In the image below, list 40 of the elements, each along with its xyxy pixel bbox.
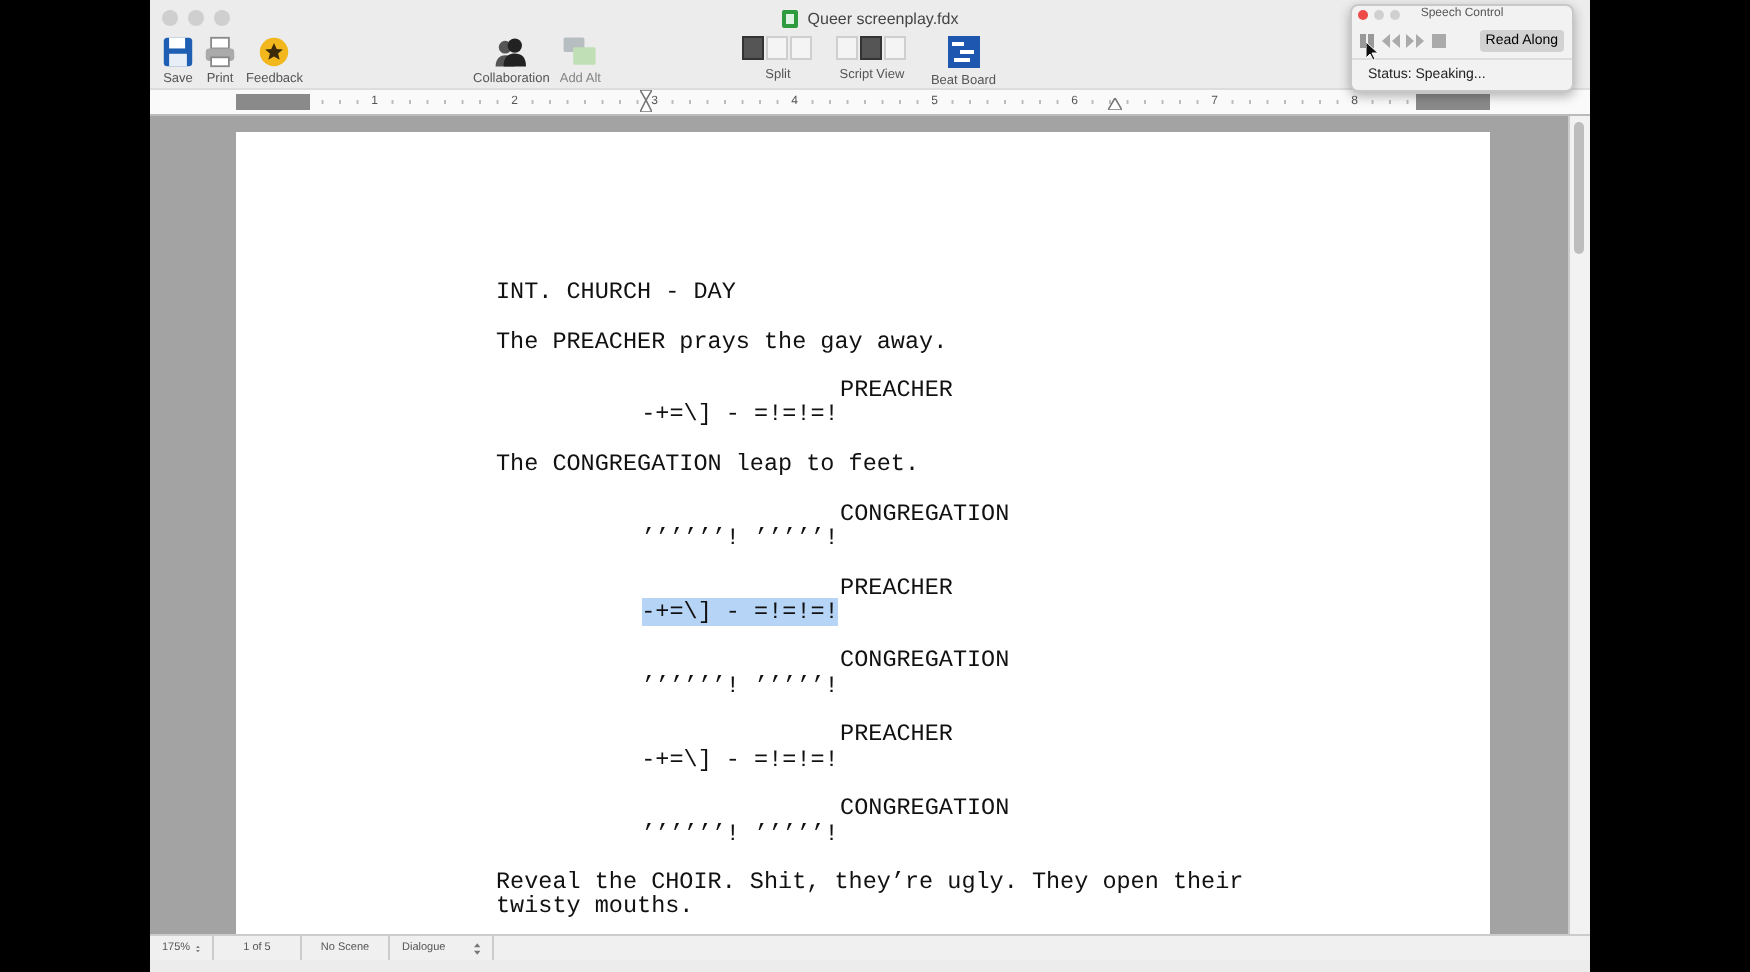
split-segment[interactable] xyxy=(742,36,765,60)
cursor-icon xyxy=(1366,42,1378,60)
character-name: CONGREGATION xyxy=(840,646,1010,675)
character-name: PREACHER xyxy=(840,573,953,602)
dialogue-line: -+=\] - =!=!=! xyxy=(641,745,839,774)
ruler-margin xyxy=(236,94,310,110)
save-icon xyxy=(162,36,194,68)
dialogue-line: -+=\] - =!=!=! xyxy=(641,400,839,429)
stop-button[interactable] xyxy=(1430,33,1448,48)
dialogue-line: ’’’’’’! ’’’’’! xyxy=(641,671,839,700)
pause-icon xyxy=(1358,33,1376,48)
rewind-button[interactable] xyxy=(1382,33,1400,48)
document-icon xyxy=(781,9,798,27)
action-text: The PREACHER prays the gay away. xyxy=(496,329,950,354)
indent-marker-icon[interactable] xyxy=(640,90,652,112)
character-name: PREACHER xyxy=(840,376,953,405)
window-title: Queer screenplay.fdx xyxy=(807,9,959,27)
ruler-margin xyxy=(1416,94,1490,110)
action-text: The CONGREGATION leap to feet. xyxy=(496,452,922,477)
dialogue-line: ’’’’’’! ’’’’’! xyxy=(641,819,839,848)
action-text: Reveal the CHOIR. Shit, they’re ugly. They open their twisty mouths. xyxy=(496,870,1246,920)
dialogue-line: ’’’’’’! ’’’’’! xyxy=(641,523,839,552)
people-icon xyxy=(493,36,529,68)
script-view-segment[interactable] xyxy=(860,36,883,60)
pause-button[interactable] xyxy=(1358,33,1376,48)
character-name: PREACHER xyxy=(840,720,953,749)
board-icon xyxy=(947,36,980,68)
scrollbar[interactable] xyxy=(1568,116,1590,934)
stop-icon xyxy=(1430,33,1448,48)
rewind-icon xyxy=(1382,33,1400,48)
fast-forward-button[interactable] xyxy=(1406,33,1424,48)
printer-icon xyxy=(204,36,236,68)
tab-marker-icon[interactable] xyxy=(1108,98,1122,110)
character-name: CONGREGATION xyxy=(840,794,1010,823)
chat-bubbles-icon xyxy=(562,36,598,68)
scene-heading: INT. CHURCH - DAY xyxy=(496,278,736,306)
character-name: CONGREGATION xyxy=(840,499,1010,528)
fast-forward-icon xyxy=(1406,33,1424,48)
scrollbar-thumb[interactable] xyxy=(1574,122,1584,254)
stepper-icon[interactable] xyxy=(473,941,480,955)
